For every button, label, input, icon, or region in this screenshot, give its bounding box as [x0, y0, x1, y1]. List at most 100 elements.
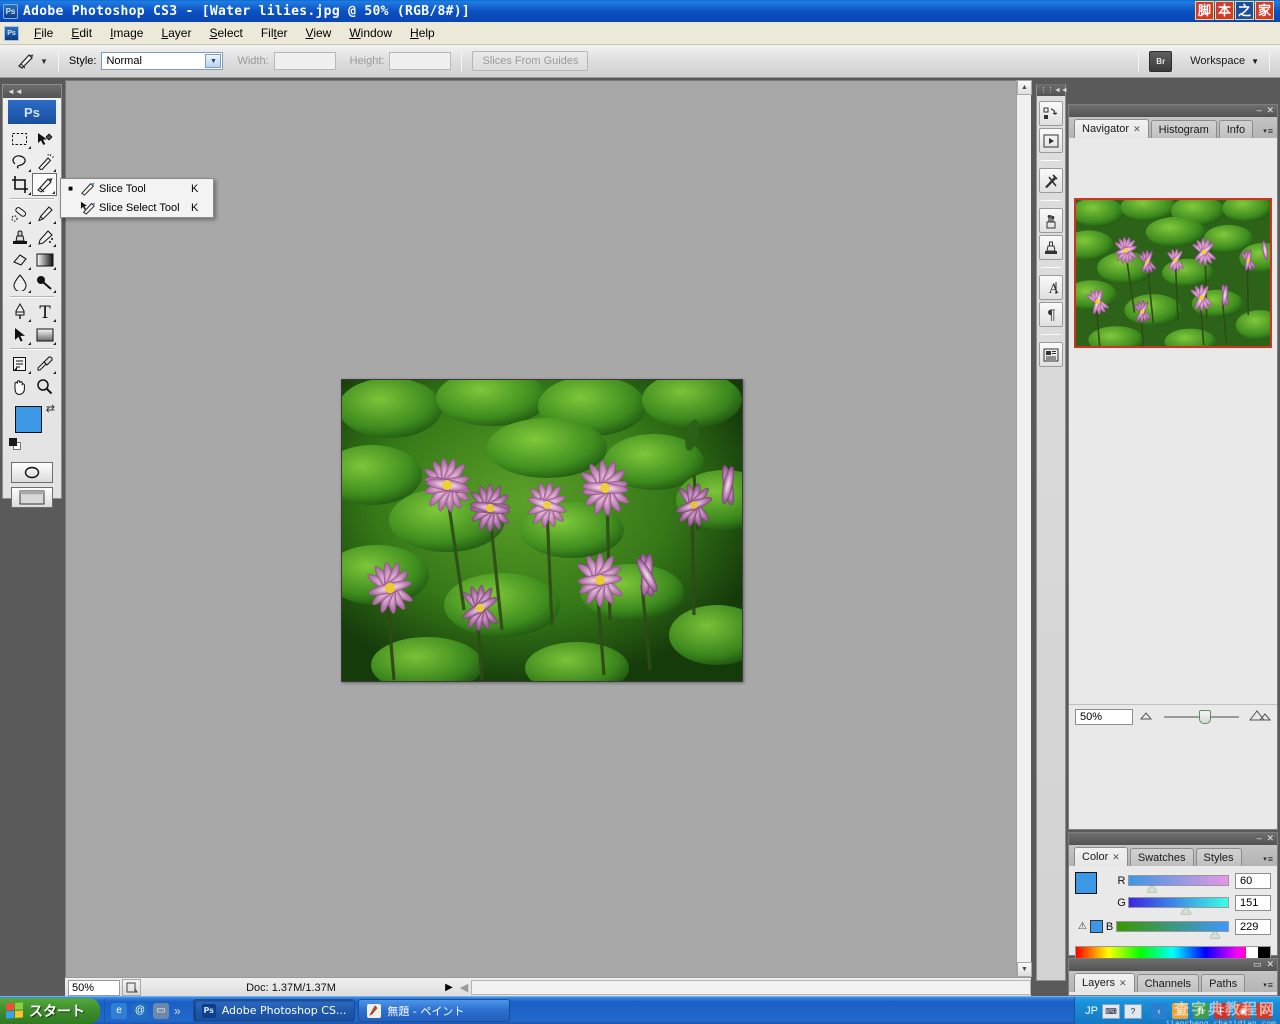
- warning-icon[interactable]: ⚠: [1075, 921, 1090, 932]
- foreground-color-swatch[interactable]: [1075, 872, 1097, 894]
- menu-item-file[interactable]: File: [25, 23, 62, 43]
- eraser-tool[interactable]: [7, 248, 32, 271]
- tab-channels[interactable]: Channels: [1136, 974, 1200, 992]
- default-colors-icon[interactable]: [9, 438, 22, 451]
- navigator-thumbnail-area[interactable]: [1069, 138, 1277, 408]
- layer-comps-panel-icon[interactable]: [1039, 342, 1063, 367]
- menu-item-select[interactable]: Select: [200, 23, 251, 43]
- slices-from-guides-button[interactable]: Slices From Guides: [472, 51, 589, 71]
- tab-paths[interactable]: Paths: [1201, 974, 1246, 992]
- status-menu-arrow-icon[interactable]: ▶: [441, 982, 457, 993]
- channel-slider-g[interactable]: [1128, 897, 1229, 914]
- channel-slider-r[interactable]: [1128, 875, 1229, 892]
- taskbar-item-paint[interactable]: 無題 - ペイント: [358, 999, 511, 1022]
- move-tool[interactable]: [32, 127, 57, 150]
- panel-menu-icon[interactable]: ▾ ≡: [1263, 980, 1273, 990]
- flyout-item-slice-select-tool[interactable]: Slice Select Tool K: [61, 198, 213, 217]
- update-icon[interactable]: ↓: [1256, 1003, 1272, 1019]
- flyout-item-slice-tool[interactable]: ■ Slice Tool K: [61, 179, 213, 198]
- close-icon[interactable]: ✕: [1119, 978, 1127, 989]
- width-input[interactable]: [273, 52, 336, 70]
- actions-panel-icon[interactable]: [1039, 128, 1063, 153]
- close-icon[interactable]: ✕: [1112, 852, 1120, 863]
- workspace-button[interactable]: Workspace ▼: [1190, 55, 1259, 67]
- antivirus-icon[interactable]: ◉: [1235, 1003, 1251, 1019]
- panel-menu-icon[interactable]: ▾ ≡: [1263, 126, 1273, 136]
- navigator-zoom-input[interactable]: 50%: [1075, 708, 1133, 725]
- slice-tool[interactable]: [32, 173, 57, 196]
- internet-explorer-icon[interactable]: e: [111, 1002, 127, 1019]
- color-title-bar[interactable]: – ✕: [1069, 833, 1277, 845]
- tab-swatches[interactable]: Swatches: [1129, 848, 1194, 866]
- zoom-slider-knob[interactable]: [1198, 709, 1211, 724]
- menu-item-filter[interactable]: Filter: [252, 23, 297, 43]
- menu-item-view[interactable]: View: [297, 23, 341, 43]
- quick-mask-mode-button[interactable]: [11, 462, 53, 483]
- menu-item-edit[interactable]: Edit: [62, 23, 101, 43]
- chevron-down-icon[interactable]: ▼: [205, 54, 222, 68]
- path-selection-tool[interactable]: [7, 323, 32, 346]
- close-icon[interactable]: ✕: [1266, 958, 1274, 970]
- scroll-down-button[interactable]: ▼: [1017, 962, 1032, 977]
- toolbox-collapse-arrows-icon[interactable]: ◄◄: [3, 85, 61, 98]
- channel-slider-b[interactable]: [1116, 921, 1229, 938]
- panel-menu-icon[interactable]: ▾ ≡: [1263, 854, 1273, 864]
- close-icon[interactable]: ✕: [1266, 104, 1274, 116]
- scroll-up-button[interactable]: ▲: [1017, 80, 1032, 95]
- horizontal-scrollbar[interactable]: [471, 980, 1031, 995]
- tab-histogram[interactable]: Histogram: [1150, 120, 1217, 138]
- quick-launch-more-icon[interactable]: »: [174, 1004, 181, 1018]
- layers-title-bar[interactable]: ▭ ✕: [1069, 959, 1277, 971]
- hand-tool[interactable]: [7, 375, 32, 398]
- gradient-tool[interactable]: [32, 248, 57, 271]
- taskbar-item-photoshop[interactable]: Ps Adobe Photoshop CS...: [192, 999, 356, 1022]
- channel-value-g[interactable]: 151: [1235, 894, 1271, 911]
- dock-collapse-arrows-icon[interactable]: ◄◄: [1054, 87, 1068, 94]
- maximize-icon[interactable]: ▭: [1253, 958, 1262, 970]
- help-icon[interactable]: ?: [1124, 1003, 1142, 1019]
- messenger-icon[interactable]: ‹: [1151, 1003, 1167, 1019]
- minimize-icon[interactable]: –: [1256, 832, 1261, 844]
- document-thumbnail-icon[interactable]: [122, 979, 141, 996]
- clone-source-panel-icon[interactable]: [1039, 235, 1063, 260]
- tab-layers[interactable]: Layers ✕: [1074, 973, 1135, 992]
- document-icon[interactable]: Ps: [4, 25, 19, 41]
- h-scroll-left-icon[interactable]: ◀: [457, 981, 471, 994]
- screen-mode-button[interactable]: [11, 487, 53, 508]
- menu-item-window[interactable]: Window: [340, 23, 401, 43]
- show-desktop-icon[interactable]: ▭: [153, 1002, 169, 1019]
- menu-item-image[interactable]: Image: [101, 23, 152, 43]
- character-panel-icon[interactable]: A: [1039, 275, 1063, 300]
- minimize-icon[interactable]: –: [1256, 104, 1261, 116]
- zoom-level-input[interactable]: 50%: [68, 979, 120, 996]
- zoom-tool[interactable]: [32, 375, 57, 398]
- tab-info[interactable]: Info: [1218, 120, 1254, 138]
- foreground-color-swatch[interactable]: [15, 406, 42, 433]
- tab-styles[interactable]: Styles: [1195, 848, 1242, 866]
- start-button[interactable]: スタート: [0, 997, 100, 1024]
- paragraph-panel-icon[interactable]: ¶: [1039, 302, 1063, 327]
- eyedropper-tool[interactable]: [32, 352, 57, 375]
- navigator-title-bar[interactable]: – ✕: [1069, 105, 1277, 117]
- language-indicator[interactable]: JP ⌨ ?: [1085, 1003, 1142, 1019]
- channel-value-r[interactable]: 60: [1235, 872, 1271, 889]
- history-brush-tool[interactable]: [32, 225, 57, 248]
- dock-grip[interactable]: ⋮⋮ ◄◄: [1037, 84, 1068, 96]
- tool-preset-chevron-down-icon[interactable]: ▼: [40, 57, 48, 66]
- large-mountain-icon[interactable]: [1248, 709, 1272, 724]
- document-image-water-lilies[interactable]: [341, 379, 743, 682]
- notes-tool[interactable]: [7, 352, 32, 375]
- zoom-slider[interactable]: [1164, 709, 1239, 724]
- height-input[interactable]: [389, 52, 452, 70]
- tool-presets-panel-icon[interactable]: [1039, 168, 1063, 193]
- tab-navigator[interactable]: Navigator ✕: [1074, 119, 1149, 138]
- document-vertical-scrollbar[interactable]: ▲ ▼: [1016, 80, 1032, 977]
- swap-colors-icon[interactable]: ⇄: [46, 402, 55, 415]
- tab-color[interactable]: Color ✕: [1074, 847, 1128, 866]
- small-mountain-icon[interactable]: [1139, 711, 1154, 723]
- close-icon[interactable]: ✕: [1133, 124, 1141, 135]
- rectangle-shape-tool[interactable]: [32, 323, 57, 346]
- clone-stamp-tool[interactable]: [7, 225, 32, 248]
- horizontal-type-tool[interactable]: T: [32, 300, 57, 323]
- channel-value-b[interactable]: 229: [1235, 918, 1271, 935]
